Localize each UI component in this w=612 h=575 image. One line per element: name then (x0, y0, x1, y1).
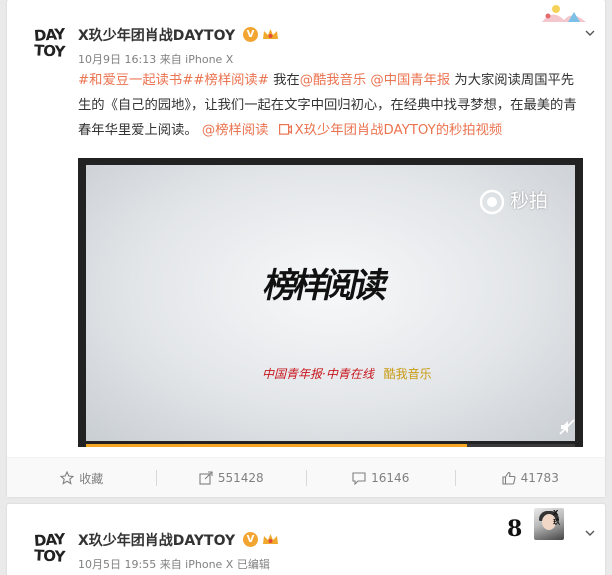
favorite-button[interactable]: 收藏 (7, 458, 157, 498)
mention-link[interactable]: @中国青年报 (370, 73, 450, 88)
post-meta: 10月9日 16:13 来自 iPhone X (78, 53, 234, 66)
hashtag-link[interactable]: #榜样阅读# (193, 73, 268, 88)
verified-badge: V (243, 27, 258, 42)
thumbs-up-icon (502, 471, 516, 485)
author-name[interactable]: X玖少年团肖战DAYTOY (78, 530, 235, 550)
video-progress-fill (86, 444, 468, 447)
video-title-art: 榜样阅读 (260, 266, 389, 306)
video-partners: 中国青年报·中青在线 酷我音乐 (262, 365, 432, 382)
comment-count: 16146 (371, 471, 410, 485)
video-link-label: X玖少年团肖战DAYTOY的秒拍视频 (294, 123, 503, 138)
hashtag-link[interactable]: #和爱豆一起读书# (78, 73, 193, 88)
miaopai-logo-icon (479, 189, 505, 215)
repost-button[interactable]: 551428 (157, 458, 307, 498)
post-meta: 10月5日 19:55 来自 iPhone X 已编辑 (78, 558, 270, 571)
mute-icon[interactable] (558, 418, 576, 436)
mention-link[interactable]: @酷我音乐 (300, 73, 366, 88)
post-text-segment: 我在 (268, 73, 300, 88)
avatar-text-bottom: TOY (33, 545, 65, 566)
video-progress-bar[interactable] (86, 444, 575, 447)
avatar-text-bottom: TOY (33, 40, 65, 61)
comment-button[interactable]: 16146 (306, 458, 456, 498)
avatar[interactable]: DAY TOY (26, 525, 72, 571)
post-decor-number: 8 (507, 516, 523, 542)
post-text: #和爱豆一起读书##榜样阅读# 我在@酷我音乐 @中国青年报 为大家阅读周国平先… (78, 68, 583, 143)
thumbnail-text: X玖 (553, 509, 560, 526)
comment-icon (352, 472, 366, 485)
verified-badge: V (243, 532, 258, 547)
avatar[interactable]: DAY TOY (26, 20, 72, 66)
favorite-label: 收藏 (79, 471, 104, 486)
decorative-illustration-icon (542, 5, 586, 22)
post-actions-bar: 收藏 551428 16146 41783 (7, 457, 605, 497)
video-link[interactable]: X玖少年团肖战DAYTOY的秒拍视频 (278, 123, 503, 138)
video-link-icon (278, 124, 292, 135)
partner-newspaper: 中国青年报·中青在线 (262, 367, 374, 381)
like-count: 41783 (520, 471, 559, 485)
star-icon (60, 471, 75, 485)
video-watermark: 秒拍 (510, 190, 549, 212)
member-crown-icon[interactable] (262, 27, 279, 41)
mention-link[interactable]: @榜样阅读 (202, 123, 268, 138)
chevron-down-icon[interactable] (585, 528, 595, 538)
member-crown-icon[interactable] (262, 532, 279, 546)
chevron-down-icon[interactable] (585, 28, 595, 38)
card-thumbnail[interactable]: X玖 (534, 508, 564, 540)
partner-music: 酷我音乐 (383, 367, 432, 381)
like-button[interactable]: 41783 (456, 458, 606, 498)
repost-icon (199, 471, 213, 485)
author-name[interactable]: X玖少年团肖战DAYTOY (78, 25, 235, 45)
repost-count: 551428 (217, 471, 264, 485)
